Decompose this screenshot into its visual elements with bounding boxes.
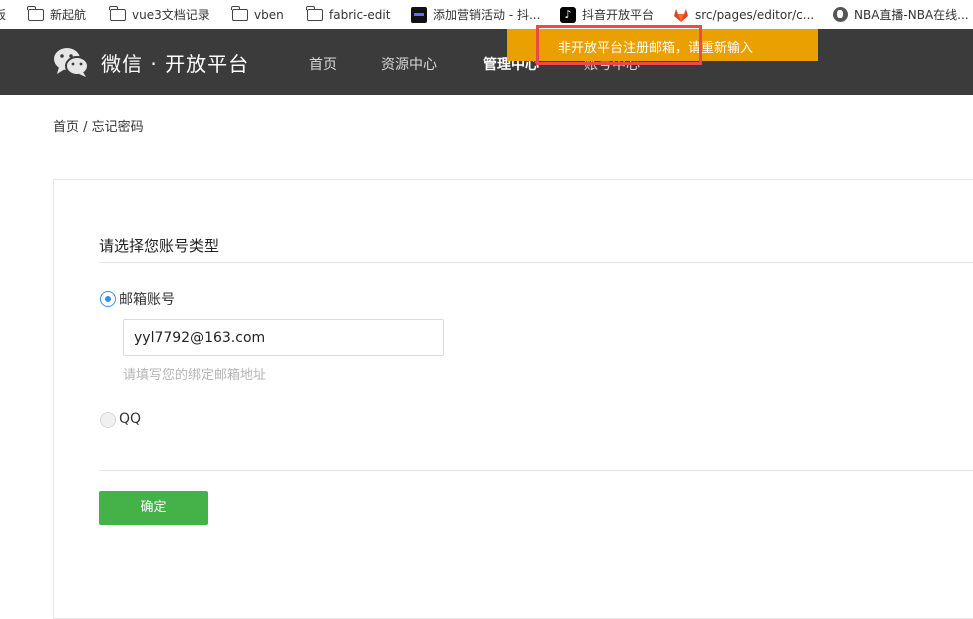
bookmark-marketing[interactable]: 添加营销活动 - 抖...	[411, 0, 540, 29]
bookmark-label: fabric-edit	[329, 7, 391, 22]
bookmark-nba[interactable]: NBA直播-NBA在线...	[833, 0, 969, 29]
bookmark-label: 抖音开放平台	[582, 8, 655, 22]
radio-email-label[interactable]: 邮箱账号	[119, 289, 175, 309]
form-panel: 请选择您账号类型 邮箱账号 请填写您的绑定邮箱地址 QQ 确定	[53, 179, 973, 619]
logo[interactable]: 微信 · 开放平台	[53, 47, 249, 77]
wechat-icon	[54, 48, 89, 77]
radio-qq-label[interactable]: QQ	[119, 411, 141, 427]
site-header: 微信 · 开放平台 首页 资源中心 管理中心 账号中心	[0, 29, 973, 95]
section-title: 请选择您账号类型	[99, 237, 220, 255]
bookmark-folder-xinqihang[interactable]: 新起航	[27, 0, 87, 29]
bookmark-label: vben	[254, 7, 284, 22]
bookmark-label: vue3文档记录	[132, 8, 210, 22]
site-favicon-icon	[411, 6, 427, 23]
folder-icon	[306, 5, 323, 21]
bookmark-label: NBA直播-NBA在线...	[854, 8, 969, 22]
logo-text: 微信 · 开放平台	[101, 51, 250, 76]
nav-home[interactable]: 首页	[309, 54, 337, 74]
confirm-button[interactable]: 确定	[99, 491, 208, 525]
radio-email-account[interactable]	[100, 291, 116, 307]
bookmark-label: 添加营销活动 - 抖...	[433, 8, 541, 22]
email-input[interactable]	[123, 319, 444, 356]
bookmark-label: 板	[0, 8, 7, 22]
bookmark-label: 新起航	[50, 8, 87, 22]
nav-resource-center[interactable]: 资源中心	[381, 54, 437, 74]
folder-icon	[27, 5, 44, 21]
bookmark-label: src/pages/editor/c...	[695, 7, 815, 22]
annotation-highlight-box	[536, 25, 702, 65]
folder-icon	[231, 5, 248, 21]
bookmark-folder-vue3[interactable]: vue3文档记录	[109, 0, 210, 29]
tiktok-icon: ♪	[560, 6, 576, 23]
folder-icon	[109, 5, 126, 21]
globe-icon	[833, 7, 848, 22]
divider	[99, 470, 973, 471]
bookmark-folder-fabric[interactable]: fabric-edit	[306, 0, 391, 29]
radio-qq-account[interactable]	[100, 412, 116, 428]
breadcrumb: 首页 / 忘记密码	[53, 120, 144, 135]
email-hint: 请填写您的绑定邮箱地址	[123, 368, 267, 383]
bookmark-item[interactable]: 板	[0, 0, 6, 29]
divider	[99, 262, 973, 263]
bookmarks-bar: 板 新起航 vue3文档记录 vben fabric-edit 添加营销活动 -…	[0, 0, 973, 29]
gitlab-icon	[674, 8, 688, 22]
bookmark-folder-vben[interactable]: vben	[231, 0, 284, 29]
